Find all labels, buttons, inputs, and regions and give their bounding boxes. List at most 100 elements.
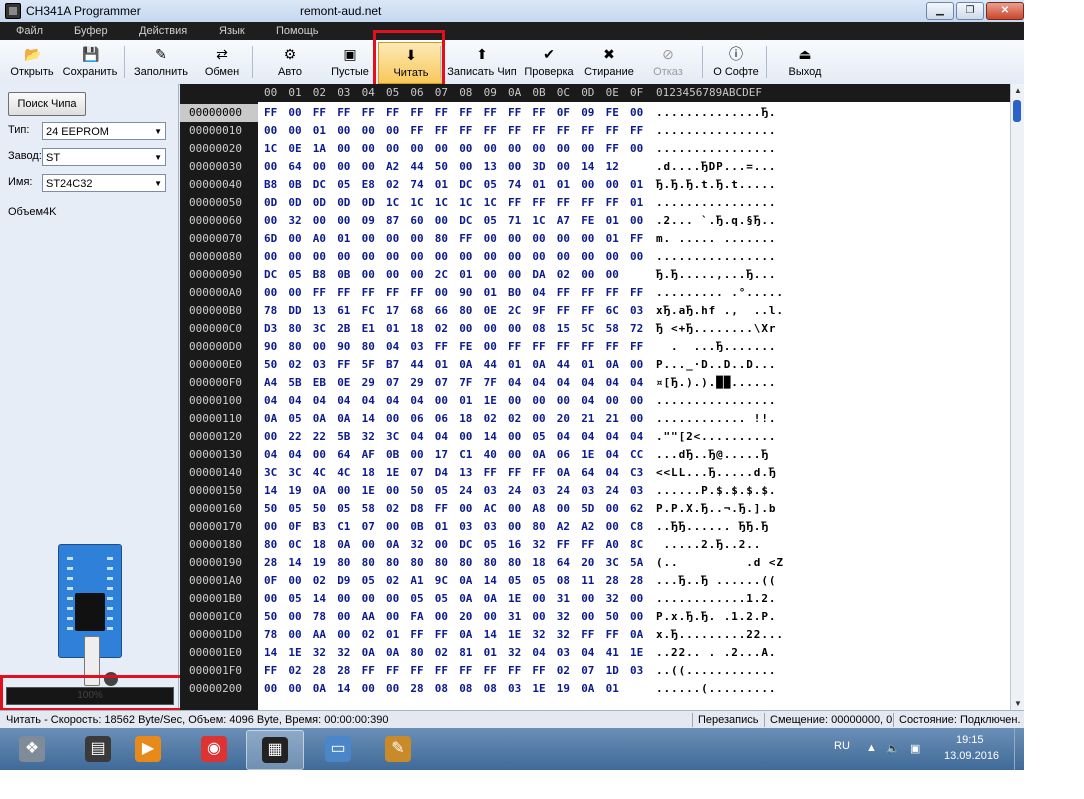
hex-byte[interactable]: 04 <box>264 394 277 407</box>
hex-byte[interactable]: FF <box>508 124 521 137</box>
menu-file[interactable]: Файл <box>16 25 43 37</box>
hex-byte[interactable]: FF <box>581 628 594 641</box>
hex-row[interactable]: 00000110 0A 05 0A 0A 14 00 06 06 18 02 02 00 20 21 21 00… <box>180 410 1010 428</box>
hex-byte[interactable]: 32 <box>362 430 375 443</box>
hex-row[interactable]: 00000000 FF 00 FF FF FF FF FF FF FF FF FF FF 0F 09 FE 00… <box>180 104 1010 122</box>
hex-byte[interactable]: 00 <box>508 268 521 281</box>
hex-byte[interactable]: 07 <box>435 376 448 389</box>
hex-byte[interactable]: 32 <box>606 592 619 605</box>
hex-byte[interactable]: 50 <box>264 502 277 515</box>
hex-byte[interactable]: FF <box>630 232 643 245</box>
hex-byte[interactable]: 0A <box>362 646 375 659</box>
hex-row[interactable]: 000001C0 50 00 78 00 AA 00 FA 00 20 00 31 00 32 00 50 00… <box>180 608 1010 626</box>
hex-byte[interactable]: FF <box>435 124 448 137</box>
hex-byte[interactable]: 04 <box>606 448 619 461</box>
hex-byte[interactable]: AF <box>362 448 375 461</box>
hex-byte[interactable]: 00 <box>313 448 326 461</box>
hex-byte[interactable]: 1A <box>313 142 326 155</box>
hex-byte[interactable]: 04 <box>630 430 643 443</box>
hex-byte[interactable]: DC <box>459 214 472 227</box>
hex-byte[interactable]: 87 <box>386 214 399 227</box>
hex-byte[interactable]: 0A <box>264 412 277 425</box>
hex-byte[interactable]: 01 <box>630 178 643 191</box>
hex-row[interactable]: 00000130 04 04 00 64 AF 0B 00 17 C1 40 00 0A 06 1E 04 CC… <box>180 446 1010 464</box>
hex-byte[interactable]: 11 <box>581 574 594 587</box>
hex-byte[interactable]: 03 <box>532 484 545 497</box>
hex-byte[interactable]: 14 <box>362 412 375 425</box>
hex-byte[interactable]: 19 <box>313 556 326 569</box>
hex-byte[interactable]: 15 <box>557 322 570 335</box>
hex-row[interactable]: 00000080 00 00 00 00 00 00 00 00 00 00 00 00 00 00 00 00… <box>180 248 1010 266</box>
hex-byte[interactable]: 00 <box>581 592 594 605</box>
hex-byte[interactable]: 44 <box>410 160 423 173</box>
open-button[interactable]: 📂 Открыть <box>4 42 60 82</box>
hex-row[interactable]: 00000160 50 05 50 05 58 02 D8 FF 00 AC 00 A8 00 5D 00 62… <box>180 500 1010 518</box>
hex-byte[interactable]: 13 <box>313 304 326 317</box>
hex-byte[interactable]: D8 <box>410 502 423 515</box>
hex-byte[interactable]: 04 <box>264 448 277 461</box>
hex-byte[interactable]: FF <box>362 664 375 677</box>
hex-byte[interactable]: 08 <box>435 682 448 695</box>
hex-byte[interactable]: 1E <box>532 682 545 695</box>
hex-byte[interactable]: 00 <box>313 340 326 353</box>
hex-byte[interactable]: FF <box>264 664 277 677</box>
hex-byte[interactable]: 02 <box>386 574 399 587</box>
hex-byte[interactable]: 00 <box>630 592 643 605</box>
hex-byte[interactable]: 04 <box>606 430 619 443</box>
hex-byte[interactable]: 80 <box>435 232 448 245</box>
hex-byte[interactable]: 00 <box>459 430 472 443</box>
hex-byte[interactable]: 02 <box>313 574 326 587</box>
clock-time[interactable]: 19:15 <box>956 734 984 746</box>
hex-row[interactable]: 000001E0 14 1E 32 32 0A 0A 80 02 81 01 32 04 03 04 41 1E… <box>180 644 1010 662</box>
hex-byte[interactable]: 05 <box>288 592 301 605</box>
hex-byte[interactable]: 00 <box>581 610 594 623</box>
hex-byte[interactable]: 03 <box>484 520 497 533</box>
hex-byte[interactable]: A2 <box>581 520 594 533</box>
hex-byte[interactable]: 80 <box>362 340 375 353</box>
hex-byte[interactable]: 00 <box>288 106 301 119</box>
hex-byte[interactable]: 04 <box>581 376 594 389</box>
write-chip-button[interactable]: ⬆ Записать Чип <box>446 42 518 82</box>
hex-byte[interactable]: 05 <box>532 430 545 443</box>
hex-byte[interactable]: 04 <box>410 394 423 407</box>
hex-row[interactable]: 00000150 14 19 0A 00 1E 00 50 05 24 03 24 03 24 03 24 03… <box>180 482 1010 500</box>
hex-byte[interactable]: 00 <box>362 250 375 263</box>
hex-byte[interactable]: FF <box>435 628 448 641</box>
menu-language[interactable]: Язык <box>219 25 245 37</box>
hex-byte[interactable]: FF <box>435 106 448 119</box>
hex-byte[interactable]: D9 <box>337 574 350 587</box>
hex-byte[interactable]: FF <box>532 106 545 119</box>
hex-byte[interactable]: B3 <box>313 520 326 533</box>
hex-byte[interactable]: FF <box>386 664 399 677</box>
hex-byte[interactable]: FF <box>557 124 570 137</box>
hex-byte[interactable]: 4C <box>337 466 350 479</box>
hex-byte[interactable]: 31 <box>508 610 521 623</box>
hex-row[interactable]: 000001A0 0F 00 02 D9 05 02 A1 9C 0A 14 05 05 08 11 28 28… <box>180 572 1010 590</box>
hex-byte[interactable]: 00 <box>630 142 643 155</box>
hex-byte[interactable]: 50 <box>264 610 277 623</box>
hex-byte[interactable]: B8 <box>313 268 326 281</box>
hex-byte[interactable]: 04 <box>606 376 619 389</box>
title-bar[interactable]: CH341A Programmer remont-aud.net ▁ ❐ ✕ <box>0 0 1024 23</box>
hex-byte[interactable]: 12 <box>606 160 619 173</box>
hex-byte[interactable]: 00 <box>459 160 472 173</box>
hex-byte[interactable]: 20 <box>581 556 594 569</box>
hex-byte[interactable]: 50 <box>313 502 326 515</box>
hex-byte[interactable]: 05 <box>435 592 448 605</box>
hex-byte[interactable]: 00 <box>362 160 375 173</box>
hex-byte[interactable]: 00 <box>313 214 326 227</box>
hex-byte[interactable]: 00 <box>386 232 399 245</box>
hex-byte[interactable]: 74 <box>410 178 423 191</box>
hex-byte[interactable]: A8 <box>532 502 545 515</box>
hex-byte[interactable]: 28 <box>264 556 277 569</box>
language-indicator[interactable]: RU <box>834 740 850 752</box>
hex-byte[interactable]: 31 <box>557 592 570 605</box>
hex-byte[interactable]: 04 <box>532 286 545 299</box>
hex-byte[interactable]: DC <box>459 538 472 551</box>
hex-byte[interactable]: 1E <box>362 484 375 497</box>
hex-byte[interactable]: 00 <box>362 124 375 137</box>
hex-byte[interactable]: 00 <box>337 160 350 173</box>
hex-row[interactable]: 000000F0 A4 5B EB 0E 29 07 29 07 7F 7F 04 04 04 04 04 04… <box>180 374 1010 392</box>
hex-byte[interactable]: 32 <box>508 646 521 659</box>
hex-byte[interactable]: 02 <box>557 268 570 281</box>
